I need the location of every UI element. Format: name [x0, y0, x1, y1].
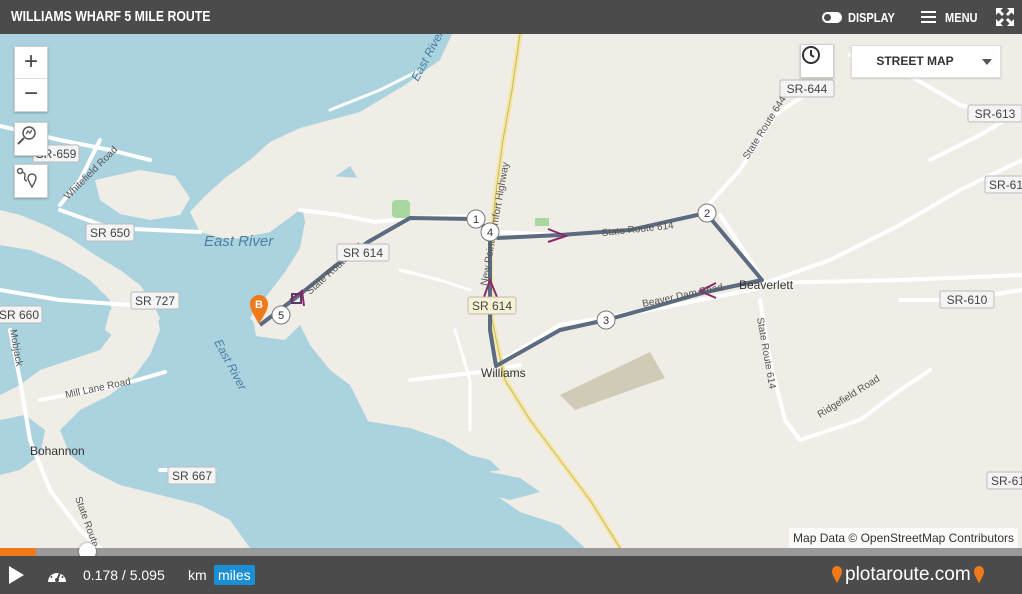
label-state-route-644: State Route 644 [741, 94, 789, 161]
header-bar: WILLIAMS WHARF 5 MILE ROUTE DISPLAY MENU [0, 0, 1022, 34]
clock-icon [802, 46, 820, 64]
play-icon[interactable] [9, 566, 24, 584]
badge-sr61b: SR-61 [986, 471, 1022, 490]
park-area-2 [535, 218, 549, 226]
badge-sr667: SR 667 [167, 466, 217, 485]
zoom-out-button[interactable]: − [15, 79, 47, 111]
svg-text:SR-610: SR-610 [947, 293, 988, 307]
logo-pin-b-icon [973, 566, 984, 583]
logo-text: plotaroute.com [845, 564, 971, 585]
field-area [560, 352, 665, 410]
route-tool-button[interactable] [14, 164, 48, 198]
menu-button[interactable]: MENU [921, 8, 983, 26]
svg-text:B: B [255, 299, 263, 311]
badge-sr613: SR-613 [967, 104, 1022, 123]
svg-text:SR 727: SR 727 [135, 294, 175, 308]
hamburger-icon [921, 11, 936, 23]
route-pin-icon [16, 167, 37, 189]
badge-sr610: SR-610 [939, 290, 995, 309]
map-svg: East River East River East River William… [0, 34, 1022, 548]
waypoint-3[interactable]: 3 [596, 310, 616, 330]
badge-sr614b: SR 614 [467, 296, 517, 315]
progress-fill [0, 548, 36, 556]
toggle-icon [822, 11, 842, 23]
svg-text:SR-61: SR-61 [991, 474, 1022, 488]
svg-text:SR-613: SR-613 [975, 107, 1016, 121]
label-beaverlett: Beaverlett [739, 278, 794, 292]
badge-sr614a: SR 614 [336, 243, 390, 262]
badge-sr61a: SR-61 [984, 175, 1022, 194]
zoom-in-button[interactable]: + [15, 47, 47, 79]
svg-text:SR 614: SR 614 [472, 299, 512, 313]
logo-pin-a-icon [832, 566, 842, 583]
highway [487, 34, 623, 548]
zoom-control: + − [14, 46, 48, 112]
progress-slider[interactable] [0, 543, 1022, 560]
unit-km-button[interactable]: km [188, 556, 207, 594]
label-ridgefield-road: Ridgefield Road [816, 374, 882, 421]
map-attribution: Map Data © OpenStreetMap Contributors [789, 528, 1018, 548]
display-toggle-button[interactable]: DISPLAY [822, 8, 903, 26]
map-canvas[interactable]: East River East River East River William… [0, 34, 1022, 548]
label-state-route-614-b: State Route 614 [754, 317, 777, 391]
svg-text:4: 4 [487, 227, 493, 239]
waypoint-4[interactable]: 4 [480, 222, 500, 242]
route-title: WILLIAMS WHARF 5 MILE ROUTE [11, 8, 211, 25]
location-search-icon [17, 126, 36, 145]
menu-label: MENU [945, 9, 978, 25]
svg-text:3: 3 [603, 315, 609, 327]
speedometer-icon[interactable] [47, 567, 67, 583]
chevron-down-icon [982, 59, 992, 65]
distance-readout: 0.178 / 5.095 [83, 567, 165, 583]
badge-sr660: SR 660 [0, 305, 43, 324]
waypoint-5[interactable]: 5 [271, 305, 291, 325]
playback-bar: 0.178 / 5.095 km miles plotaroute.com [0, 556, 1022, 594]
svg-text:SR 650: SR 650 [90, 226, 130, 240]
waypoint-1[interactable]: 1 [466, 209, 486, 229]
label-williams: Williams [481, 366, 526, 380]
unit-miles-button[interactable]: miles [214, 565, 255, 585]
waypoint-2[interactable]: 2 [697, 203, 717, 223]
label-east-river-1: East River [204, 233, 274, 250]
fullscreen-icon[interactable] [996, 8, 1014, 26]
label-state-route-614-a: State Route 614 [601, 220, 674, 239]
badge-sr644: SR-644 [779, 79, 835, 98]
label-bohannon: Bohannon [30, 444, 85, 458]
svg-text:SR 614: SR 614 [343, 246, 383, 260]
svg-text:SR-644: SR-644 [787, 82, 828, 96]
time-button[interactable] [800, 44, 834, 78]
label-state-route: State Route [72, 495, 101, 548]
svg-text:SR 660: SR 660 [0, 308, 39, 322]
svg-text:SR-61: SR-61 [989, 178, 1022, 192]
plotaroute-logo[interactable]: plotaroute.com [832, 560, 984, 590]
display-label: DISPLAY [848, 9, 895, 25]
route-arrows [289, 228, 717, 307]
search-location-button[interactable] [14, 122, 48, 156]
svg-text:2: 2 [704, 208, 710, 220]
svg-text:5: 5 [278, 310, 284, 322]
svg-text:SR 667: SR 667 [172, 469, 212, 483]
basemap-select[interactable]: STREET MAP [851, 45, 1001, 78]
basemap-selected-label: STREET MAP [876, 54, 954, 68]
badge-sr727: SR 727 [130, 291, 180, 310]
park-area [392, 200, 410, 218]
badge-sr650: SR 650 [85, 223, 135, 242]
svg-text:1: 1 [473, 214, 479, 226]
